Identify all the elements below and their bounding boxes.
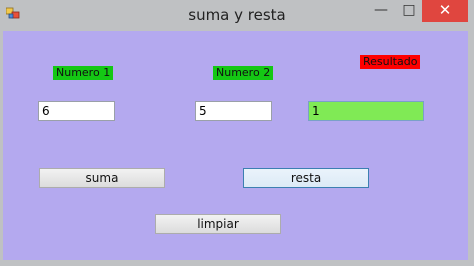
app-window: suma y resta — □ ✕ Numero 1 Numero 2 Res… — [0, 0, 474, 266]
limpiar-button[interactable]: limpiar — [155, 214, 281, 234]
resta-button[interactable]: resta — [243, 168, 369, 188]
label-numero-2: Numero 2 — [213, 66, 274, 80]
resultado-field[interactable] — [308, 101, 424, 121]
numero-2-input[interactable] — [195, 101, 272, 121]
suma-button[interactable]: suma — [39, 168, 165, 188]
maximize-button[interactable]: □ — [394, 0, 424, 22]
form-client-area: Numero 1 Numero 2 Resultado suma resta l… — [3, 31, 468, 260]
numero-1-input[interactable] — [38, 101, 115, 121]
label-numero-1: Numero 1 — [53, 66, 114, 80]
minimize-button[interactable]: — — [366, 0, 396, 22]
close-button[interactable]: ✕ — [422, 0, 468, 22]
title-bar: suma y resta — □ ✕ — [0, 0, 474, 31]
label-resultado: Resultado — [360, 55, 421, 69]
